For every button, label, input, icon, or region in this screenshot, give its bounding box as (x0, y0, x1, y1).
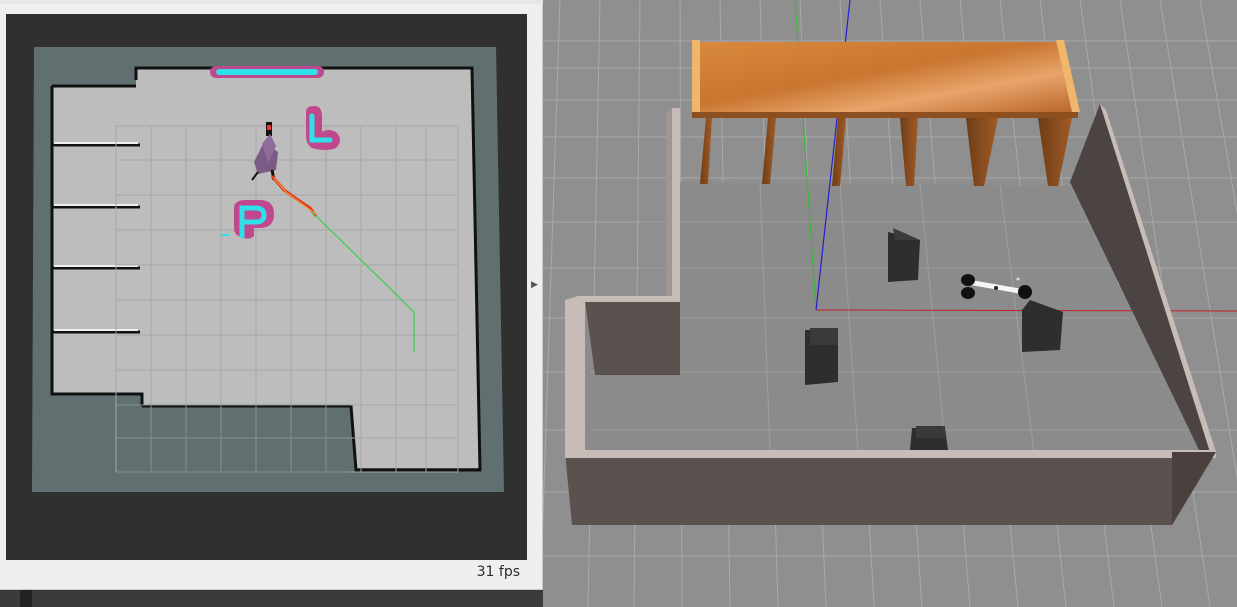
wall-left-inner-top (578, 296, 680, 302)
rviz-map-view[interactable] (6, 14, 527, 560)
taskbar-edge (20, 590, 32, 607)
desktop: ▶ 31 fps (0, 0, 1237, 607)
obstacle-box-1[interactable] (805, 328, 838, 385)
wall-left-top (672, 108, 680, 300)
taskbar-strip (0, 590, 543, 607)
wall-left-inner-block (585, 300, 680, 375)
costmap-top-wall (210, 66, 324, 78)
wall-left-side (666, 108, 672, 300)
wall-front-top (565, 450, 1216, 458)
wall-front (565, 452, 1216, 525)
rviz-window[interactable]: ▶ 31 fps (0, 0, 543, 590)
rviz-render-panel[interactable] (6, 14, 527, 560)
wall-left-edge (565, 296, 585, 452)
fps-counter: 31 fps (476, 564, 520, 580)
obstacle-box-4[interactable] (910, 426, 948, 450)
costmap-speck (221, 234, 229, 236)
right-arrow-icon[interactable]: ▶ (531, 280, 538, 290)
rviz-title-edge (0, 0, 543, 4)
